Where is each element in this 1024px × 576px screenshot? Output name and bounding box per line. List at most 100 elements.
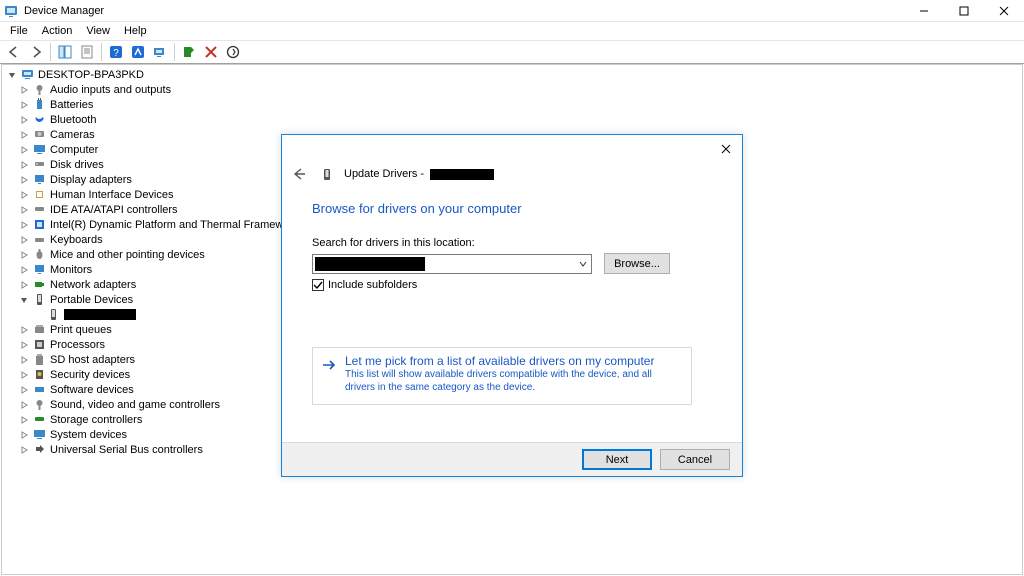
device-category-icon <box>32 413 46 427</box>
device-category-icon <box>32 143 46 157</box>
tree-item-label: Sound, video and game controllers <box>50 399 220 411</box>
expand-icon[interactable] <box>18 414 30 426</box>
expand-icon[interactable] <box>18 384 30 396</box>
expand-icon[interactable] <box>18 204 30 216</box>
let-me-pick-title: Let me pick from a list of available dri… <box>345 354 683 368</box>
dialog-close-button[interactable] <box>714 139 738 159</box>
expand-icon[interactable] <box>18 324 30 336</box>
cancel-button[interactable]: Cancel <box>660 449 730 470</box>
let-me-pick-desc: This list will show available drivers co… <box>345 369 683 394</box>
tree-item[interactable]: Batteries <box>4 97 1022 112</box>
update-driver-icon[interactable] <box>179 42 199 62</box>
next-button[interactable]: Next <box>582 449 652 470</box>
computer-icon <box>20 68 34 82</box>
arrow-right-icon <box>321 356 337 374</box>
expand-icon[interactable] <box>18 339 30 351</box>
expand-icon[interactable] <box>18 159 30 171</box>
expand-icon[interactable] <box>18 249 30 261</box>
expand-icon[interactable] <box>18 279 30 291</box>
tree-item-label: IDE ATA/ATAPI controllers <box>50 204 178 216</box>
update-drivers-dialog: Update Drivers - Browse for drivers on y… <box>281 134 743 477</box>
dialog-title-text: Update Drivers - <box>344 168 424 180</box>
title-bar: Device Manager <box>0 0 1024 22</box>
toolbar-separator <box>50 43 51 61</box>
tree-root[interactable]: DESKTOP-BPA3PKD <box>4 67 1022 82</box>
action-icon[interactable] <box>128 42 148 62</box>
device-category-icon <box>32 248 46 262</box>
include-subfolders-label: Include subfolders <box>328 279 417 291</box>
device-category-icon <box>32 113 46 127</box>
device-category-icon <box>32 158 46 172</box>
tree-item-label: Cameras <box>50 129 95 141</box>
collapse-icon[interactable] <box>18 294 30 306</box>
tree-item-label: Mice and other pointing devices <box>50 249 205 261</box>
menu-file[interactable]: File <box>4 24 34 38</box>
device-category-icon <box>32 233 46 247</box>
tree-item-label: Print queues <box>50 324 112 336</box>
tree-item-label: Keyboards <box>50 234 103 246</box>
expand-icon[interactable] <box>18 84 30 96</box>
tree-item-label: Security devices <box>50 369 130 381</box>
maximize-button[interactable] <box>944 0 984 22</box>
expand-icon[interactable] <box>18 354 30 366</box>
disable-icon[interactable] <box>223 42 243 62</box>
redacted-path-value <box>315 257 425 271</box>
tree-item[interactable]: Audio inputs and outputs <box>4 82 1022 97</box>
expand-icon[interactable] <box>18 369 30 381</box>
device-category-icon <box>32 443 46 457</box>
tree-item-label: Software devices <box>50 384 134 396</box>
tree-item-label: Portable Devices <box>50 294 133 306</box>
expand-icon[interactable] <box>18 234 30 246</box>
browse-button[interactable]: Browse... <box>604 253 670 274</box>
let-me-pick-option[interactable]: Let me pick from a list of available dri… <box>312 347 692 405</box>
expand-icon[interactable] <box>18 144 30 156</box>
leaf-spacer <box>32 309 44 321</box>
expand-icon[interactable] <box>18 129 30 141</box>
properties-icon[interactable] <box>77 42 97 62</box>
chevron-down-icon[interactable] <box>575 255 591 273</box>
show-hide-tree-icon[interactable] <box>55 42 75 62</box>
tree-item-label: Display adapters <box>50 174 132 186</box>
tree-item-label: System devices <box>50 429 127 441</box>
expand-icon[interactable] <box>18 399 30 411</box>
menu-help[interactable]: Help <box>118 24 153 38</box>
dialog-header: Update Drivers - <box>290 165 494 183</box>
expand-icon[interactable] <box>18 444 30 456</box>
let-me-pick-text: Let me pick from a list of available dri… <box>345 354 683 398</box>
forward-icon[interactable] <box>26 42 46 62</box>
minimize-button[interactable] <box>904 0 944 22</box>
scan-hardware-icon[interactable] <box>150 42 170 62</box>
back-arrow-icon[interactable] <box>290 165 308 183</box>
back-icon[interactable] <box>4 42 24 62</box>
device-category-icon <box>32 188 46 202</box>
tree-item-label: Computer <box>50 144 98 156</box>
device-category-icon <box>32 98 46 112</box>
device-category-icon <box>32 383 46 397</box>
expand-icon[interactable] <box>18 114 30 126</box>
help-icon[interactable]: ? <box>106 42 126 62</box>
include-subfolders-row[interactable]: Include subfolders <box>312 279 417 291</box>
search-location-combo[interactable] <box>312 254 592 274</box>
expand-icon[interactable] <box>18 99 30 111</box>
expand-icon[interactable] <box>18 429 30 441</box>
expand-icon[interactable] <box>18 189 30 201</box>
expand-icon[interactable] <box>18 219 30 231</box>
tree-item[interactable]: Bluetooth <box>4 112 1022 127</box>
device-category-icon <box>32 83 46 97</box>
device-category-icon <box>32 353 46 367</box>
menu-view[interactable]: View <box>80 24 116 38</box>
expand-icon[interactable] <box>18 174 30 186</box>
toolbar-separator <box>101 43 102 61</box>
portable-device-icon <box>46 308 60 322</box>
uninstall-icon[interactable] <box>201 42 221 62</box>
include-subfolders-checkbox[interactable] <box>312 279 324 291</box>
expand-icon[interactable] <box>18 264 30 276</box>
device-category-icon <box>32 428 46 442</box>
window-title: Device Manager <box>24 5 104 17</box>
tree-item-label: Intel(R) Dynamic Platform and Thermal Fr… <box>50 219 299 231</box>
menu-action[interactable]: Action <box>36 24 79 38</box>
device-category-icon <box>32 203 46 217</box>
close-button[interactable] <box>984 0 1024 22</box>
collapse-icon[interactable] <box>6 69 18 81</box>
tree-item-label: Network adapters <box>50 279 136 291</box>
